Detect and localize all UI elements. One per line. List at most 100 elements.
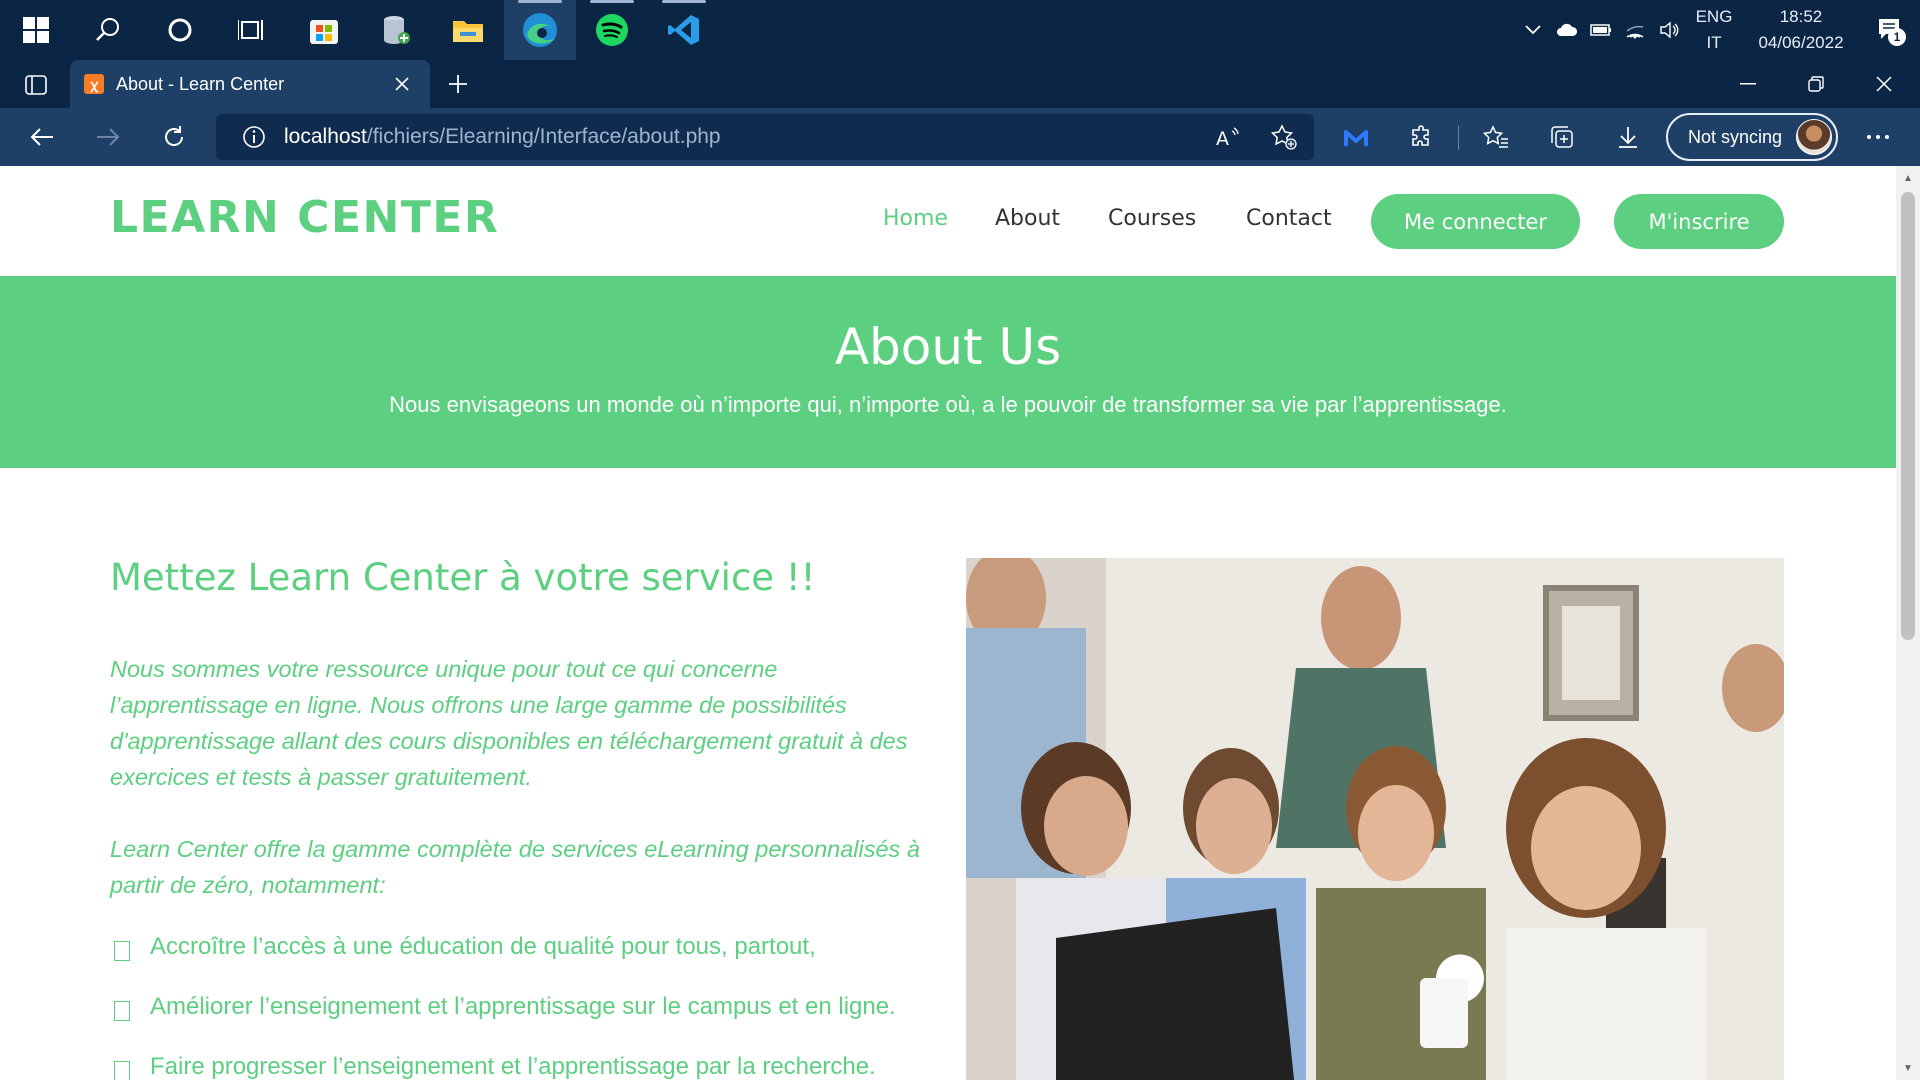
site-logo[interactable]: LEARN CENTER [110, 192, 499, 243]
site-info-icon[interactable] [242, 125, 266, 149]
collections-icon [1551, 126, 1573, 148]
list-item-text: Améliorer l’enseignement et l’apprentiss… [150, 993, 896, 1020]
speaker-icon [1660, 21, 1679, 39]
list-item-text: Accroître l’accès à une éducation de qua… [150, 933, 816, 960]
restore-button[interactable] [1782, 60, 1850, 108]
web-page-viewport: LEARN CENTER Home About Courses Contact … [0, 166, 1920, 1080]
nav-home-link[interactable]: Home [883, 206, 948, 231]
collections-button[interactable] [1540, 116, 1584, 158]
list-item: Améliorer l’enseignement et l’apprentiss… [110, 993, 930, 1053]
database-app-button[interactable] [360, 0, 432, 60]
hero-title: About Us [834, 318, 1062, 376]
sync-status-label: Not syncing [1688, 126, 1783, 147]
arrow-left-icon [30, 128, 53, 146]
notification-count-badge: 1 [1888, 28, 1906, 46]
tab-close-button[interactable] [388, 70, 416, 98]
refresh-icon [165, 126, 184, 146]
nav-contact-link[interactable]: Contact [1246, 206, 1332, 231]
svg-text:A: A [1216, 128, 1229, 148]
task-view-button[interactable] [216, 0, 288, 60]
profile-sync-button[interactable]: Not syncing [1666, 113, 1838, 161]
extensions-button[interactable] [1400, 116, 1444, 158]
page-scrollbar[interactable]: ▲ ▼ [1896, 166, 1920, 1080]
wifi-icon [1626, 25, 1644, 39]
scroll-down-arrow-icon[interactable]: ▼ [1896, 1058, 1920, 1078]
list-item: Accroître l’accès à une éducation de qua… [110, 933, 930, 993]
about-content: Mettez Learn Center à votre service !! N… [110, 556, 930, 1080]
volume-button[interactable] [1652, 0, 1686, 60]
list-item-text: Faire progresser l’enseignement et l’app… [150, 1053, 876, 1080]
action-center-button[interactable]: 1 [1860, 0, 1920, 60]
star-add-icon [1271, 124, 1297, 150]
refresh-button[interactable] [152, 116, 196, 158]
scrollbar-thumb[interactable] [1901, 192, 1915, 640]
scroll-up-arrow-icon[interactable]: ▲ [1896, 168, 1920, 188]
address-bar[interactable]: localhost/fichiers/Elearning/Interface/a… [216, 114, 1314, 160]
spotify-icon [596, 14, 628, 46]
new-tab-button[interactable] [440, 66, 476, 102]
battery-button[interactable] [1584, 0, 1618, 60]
browser-tab-strip: ꭓ About - Learn Center [0, 60, 1920, 108]
list-item: Faire progresser l’enseignement et l’app… [110, 1053, 930, 1080]
close-window-button[interactable] [1850, 60, 1918, 108]
add-favorite-button[interactable] [1262, 116, 1306, 158]
forward-button[interactable] [86, 116, 130, 158]
favorites-icon [1483, 125, 1508, 148]
language-indicator[interactable]: ENG IT [1686, 4, 1742, 56]
xampp-favicon-icon: ꭓ [84, 74, 104, 94]
tab-title: About - Learn Center [116, 73, 285, 94]
toolbar-divider [1458, 126, 1459, 150]
minimize-button[interactable] [1714, 60, 1782, 108]
onedrive-button[interactable] [1550, 0, 1584, 60]
close-icon [395, 77, 409, 91]
site-header: LEARN CENTER Home About Courses Contact … [0, 166, 1896, 276]
vscode-icon [668, 15, 699, 45]
cortana-button[interactable] [144, 0, 216, 60]
cortana-icon [168, 18, 192, 42]
hero-subtitle: Nous envisageons un monde où n’importe q… [389, 392, 1507, 417]
tab-actions-button[interactable] [14, 68, 58, 102]
signup-button[interactable]: M'inscrire [1614, 194, 1784, 249]
download-icon [1619, 127, 1637, 148]
back-button[interactable] [20, 116, 64, 158]
read-aloud-icon: A [1216, 127, 1239, 148]
edge-taskbar-button[interactable] [504, 0, 576, 60]
wifi-button[interactable] [1618, 0, 1652, 60]
browser-toolbar: localhost/fichiers/Elearning/Interface/a… [0, 108, 1920, 166]
nav-about-link[interactable]: About [995, 206, 1060, 231]
plus-icon [449, 75, 467, 93]
puzzle-icon [1412, 125, 1429, 146]
battery-icon [1590, 24, 1611, 36]
file-explorer-button[interactable] [432, 0, 504, 60]
url-path: /fichiers/Elearning/Interface/about.php [366, 125, 721, 148]
show-hidden-icons-button[interactable] [1516, 0, 1550, 60]
search-button[interactable] [72, 0, 144, 60]
clock[interactable]: 18:52 04/06/2022 [1742, 4, 1860, 56]
login-button[interactable]: Me connecter [1371, 194, 1580, 249]
language-top: ENG [1695, 7, 1733, 26]
favorites-button[interactable] [1474, 116, 1518, 158]
services-paragraph: Learn Center offre la gamme complète de … [110, 836, 920, 898]
database-icon [384, 16, 410, 44]
malwarebytes-extension-button[interactable] [1334, 116, 1378, 158]
task-view-icon [238, 20, 263, 40]
downloads-button[interactable] [1606, 116, 1650, 158]
arrow-right-icon [97, 128, 120, 146]
tab-actions-icon [25, 75, 47, 95]
settings-more-button[interactable] [1856, 116, 1900, 158]
spotify-taskbar-button[interactable] [576, 0, 648, 60]
url-text: localhost/fichiers/Elearning/Interface/a… [284, 125, 721, 149]
windows-start-button[interactable] [0, 0, 72, 60]
microsoft-store-button[interactable] [288, 0, 360, 60]
nav-courses-link[interactable]: Courses [1108, 206, 1196, 231]
vscode-taskbar-button[interactable] [648, 0, 720, 60]
url-host: localhost [284, 125, 367, 148]
group-of-students-image [966, 558, 1784, 1080]
chevron-up-icon [1525, 25, 1541, 35]
intro-paragraph: Nous sommes votre ressource unique pour … [110, 656, 908, 790]
read-aloud-button[interactable]: A [1206, 116, 1250, 158]
cloud-icon [1557, 23, 1578, 36]
restore-icon [1808, 76, 1824, 92]
search-icon [96, 18, 119, 41]
tab-about[interactable]: ꭓ About - Learn Center [70, 60, 430, 108]
